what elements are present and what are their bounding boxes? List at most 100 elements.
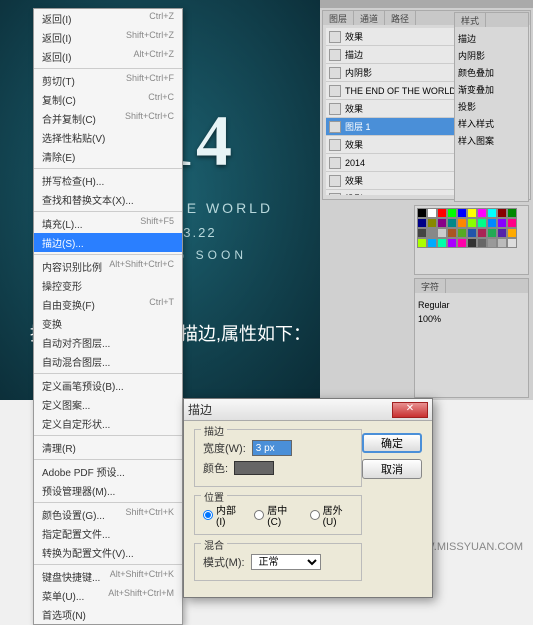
menu-item[interactable]: 复制(C)Ctrl+C bbox=[34, 90, 182, 109]
menu-item[interactable]: Adobe PDF 预设... bbox=[34, 462, 182, 481]
style-item[interactable]: 渐变叠加 bbox=[458, 81, 525, 98]
color-swatch[interactable] bbox=[487, 218, 497, 228]
style-item[interactable]: 内阴影 bbox=[458, 47, 525, 64]
menu-item[interactable]: 描边(S)... bbox=[34, 233, 182, 252]
color-swatch[interactable] bbox=[437, 238, 447, 248]
color-swatch[interactable] bbox=[447, 208, 457, 218]
color-swatch[interactable] bbox=[487, 238, 497, 248]
color-picker[interactable] bbox=[234, 461, 274, 475]
color-swatch[interactable] bbox=[437, 208, 447, 218]
eye-icon[interactable] bbox=[329, 67, 341, 79]
menu-item[interactable]: 拼写检查(H)... bbox=[34, 171, 182, 190]
color-swatch[interactable] bbox=[487, 228, 497, 238]
color-swatch[interactable] bbox=[487, 208, 497, 218]
color-swatch[interactable] bbox=[497, 228, 507, 238]
color-swatch[interactable] bbox=[467, 208, 477, 218]
color-swatch[interactable] bbox=[507, 228, 517, 238]
color-swatch[interactable] bbox=[507, 238, 517, 248]
menu-item[interactable]: 清理(R) bbox=[34, 438, 182, 457]
color-swatch[interactable] bbox=[417, 238, 427, 248]
menu-item[interactable]: 首选项(N) bbox=[34, 605, 182, 624]
eye-icon[interactable] bbox=[329, 139, 341, 151]
color-swatch[interactable] bbox=[477, 208, 487, 218]
color-swatch[interactable] bbox=[417, 208, 427, 218]
color-swatch[interactable] bbox=[417, 228, 427, 238]
menu-item[interactable]: 颜色设置(G)...Shift+Ctrl+K bbox=[34, 505, 182, 524]
menu-item[interactable]: 操控变形 bbox=[34, 276, 182, 295]
close-icon[interactable]: ✕ bbox=[392, 402, 428, 418]
radio-outside[interactable]: 居外(U) bbox=[310, 502, 353, 528]
eye-icon[interactable] bbox=[329, 121, 341, 133]
menu-item[interactable]: 自动混合图层... bbox=[34, 352, 182, 371]
eye-icon[interactable] bbox=[329, 31, 341, 43]
eye-icon[interactable] bbox=[329, 49, 341, 61]
eye-icon[interactable] bbox=[329, 193, 341, 196]
menu-item[interactable]: 菜单(U)...Alt+Shift+Ctrl+M bbox=[34, 586, 182, 605]
radio-center[interactable]: 居中(C) bbox=[254, 502, 297, 528]
color-swatch[interactable] bbox=[457, 238, 467, 248]
style-item[interactable]: 描边 bbox=[458, 30, 525, 47]
color-swatch[interactable] bbox=[447, 238, 457, 248]
eye-icon[interactable] bbox=[329, 157, 341, 169]
char-tab[interactable]: 字符 bbox=[415, 279, 446, 293]
color-swatch[interactable] bbox=[467, 228, 477, 238]
color-swatch[interactable] bbox=[507, 218, 517, 228]
menu-item[interactable]: 定义画笔预设(B)... bbox=[34, 376, 182, 395]
style-item[interactable]: 投影 bbox=[458, 98, 525, 115]
color-swatch[interactable] bbox=[477, 218, 487, 228]
color-swatch[interactable] bbox=[427, 218, 437, 228]
color-swatch[interactable] bbox=[457, 228, 467, 238]
panel-tab-layers[interactable]: 图层 bbox=[323, 11, 354, 25]
ok-button[interactable]: 确定 bbox=[362, 433, 422, 453]
radio-inside[interactable]: 内部(I) bbox=[203, 502, 242, 528]
cancel-button[interactable]: 取消 bbox=[362, 459, 422, 479]
color-swatch[interactable] bbox=[497, 218, 507, 228]
menu-item[interactable]: 定义图案... bbox=[34, 395, 182, 414]
menu-item[interactable]: 选择性粘贴(V) bbox=[34, 128, 182, 147]
color-swatch[interactable] bbox=[497, 238, 507, 248]
menu-item[interactable]: 定义自定形状... bbox=[34, 414, 182, 433]
color-swatch[interactable] bbox=[457, 218, 467, 228]
color-swatch[interactable] bbox=[507, 208, 517, 218]
color-swatch[interactable] bbox=[417, 218, 427, 228]
color-swatch[interactable] bbox=[437, 218, 447, 228]
color-swatch[interactable] bbox=[427, 228, 437, 238]
panel-tab-channels[interactable]: 通道 bbox=[354, 11, 385, 25]
color-swatch[interactable] bbox=[477, 238, 487, 248]
eye-icon[interactable] bbox=[329, 175, 341, 187]
color-swatch[interactable] bbox=[447, 228, 457, 238]
color-swatch[interactable] bbox=[437, 228, 447, 238]
menu-item[interactable]: 变换 bbox=[34, 314, 182, 333]
color-swatch[interactable] bbox=[497, 208, 507, 218]
color-swatch[interactable] bbox=[467, 218, 477, 228]
menu-item[interactable]: 返回(I)Alt+Ctrl+Z bbox=[34, 47, 182, 66]
menu-item[interactable]: 查找和替换文本(X)... bbox=[34, 190, 182, 209]
dialog-titlebar[interactable]: 描边 ✕ bbox=[184, 399, 432, 421]
eye-icon[interactable] bbox=[329, 85, 341, 97]
menu-item[interactable]: 内容识别比例Alt+Shift+Ctrl+C bbox=[34, 257, 182, 276]
width-input[interactable] bbox=[252, 440, 292, 456]
color-swatch[interactable] bbox=[467, 238, 477, 248]
style-item[interactable]: 颜色叠加 bbox=[458, 64, 525, 81]
color-swatch[interactable] bbox=[457, 208, 467, 218]
menu-item[interactable]: 自由变换(F)Ctrl+T bbox=[34, 295, 182, 314]
menu-item[interactable]: 合并复制(C)Shift+Ctrl+C bbox=[34, 109, 182, 128]
menu-item[interactable]: 自动对齐图层... bbox=[34, 333, 182, 352]
eye-icon[interactable] bbox=[329, 103, 341, 115]
menu-item[interactable]: 剪切(T)Shift+Ctrl+F bbox=[34, 71, 182, 90]
menu-item[interactable]: 返回(I)Ctrl+Z bbox=[34, 9, 182, 28]
menu-item[interactable]: 预设管理器(M)... bbox=[34, 481, 182, 500]
menu-item[interactable]: 填充(L)...Shift+F5 bbox=[34, 214, 182, 233]
panel-tab-paths[interactable]: 路径 bbox=[385, 11, 416, 25]
color-swatch[interactable] bbox=[447, 218, 457, 228]
color-swatch[interactable] bbox=[427, 238, 437, 248]
color-swatch[interactable] bbox=[427, 208, 437, 218]
menu-item[interactable]: 清除(E) bbox=[34, 147, 182, 166]
menu-item[interactable]: 返回(I)Shift+Ctrl+Z bbox=[34, 28, 182, 47]
menu-item[interactable]: 转换为配置文件(V)... bbox=[34, 543, 182, 562]
styles-tab[interactable]: 样式 bbox=[455, 13, 486, 27]
style-item[interactable]: 样入样式 bbox=[458, 115, 525, 132]
menu-item[interactable]: 键盘快捷键...Alt+Shift+Ctrl+K bbox=[34, 567, 182, 586]
color-swatch[interactable] bbox=[477, 228, 487, 238]
style-item[interactable]: 样入图案 bbox=[458, 132, 525, 149]
